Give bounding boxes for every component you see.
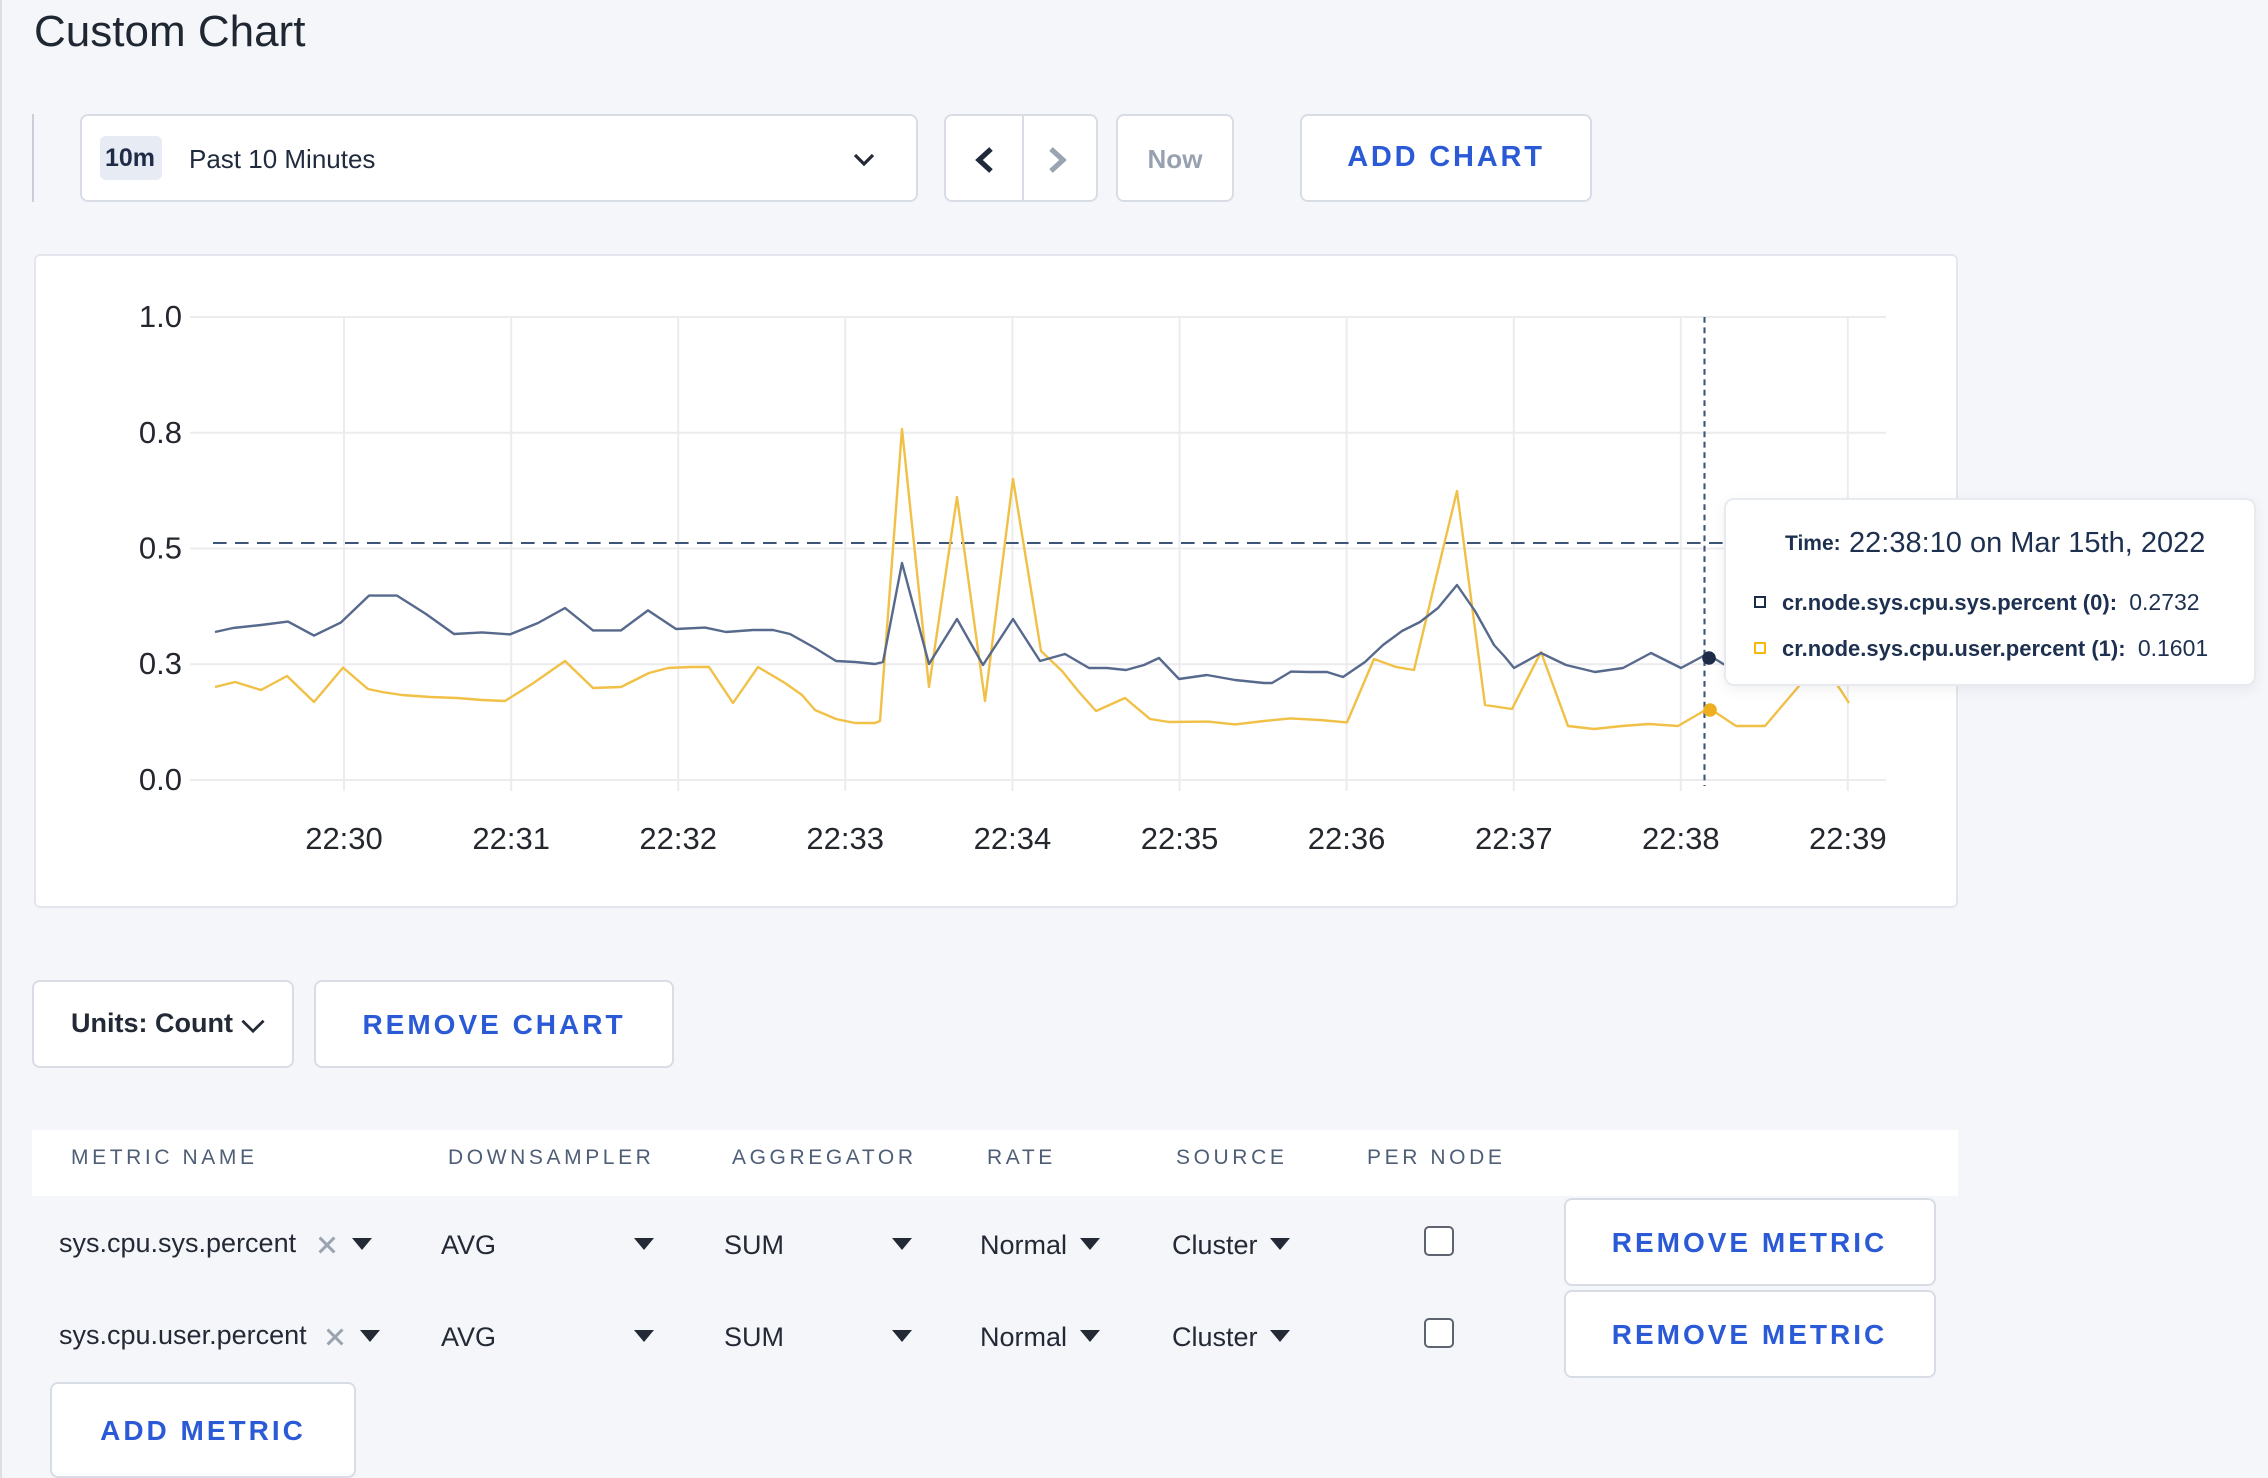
svg-text:0.0: 0.0 bbox=[139, 761, 182, 796]
svg-text:22:35: 22:35 bbox=[1141, 820, 1219, 855]
svg-text:0.3: 0.3 bbox=[139, 645, 182, 680]
svg-text:22:31: 22:31 bbox=[472, 820, 550, 855]
svg-text:22:37: 22:37 bbox=[1475, 820, 1553, 855]
svg-text:22:30: 22:30 bbox=[305, 820, 383, 855]
svg-text:1.0: 1.0 bbox=[139, 298, 182, 333]
svg-text:22:36: 22:36 bbox=[1308, 820, 1386, 855]
svg-text:22:34: 22:34 bbox=[974, 820, 1052, 855]
svg-text:22:32: 22:32 bbox=[639, 820, 717, 855]
svg-text:0.8: 0.8 bbox=[139, 414, 182, 449]
svg-text:22:38: 22:38 bbox=[1642, 820, 1720, 855]
svg-text:22:33: 22:33 bbox=[806, 820, 884, 855]
svg-text:22:39: 22:39 bbox=[1809, 820, 1887, 855]
svg-text:0.5: 0.5 bbox=[139, 530, 182, 565]
